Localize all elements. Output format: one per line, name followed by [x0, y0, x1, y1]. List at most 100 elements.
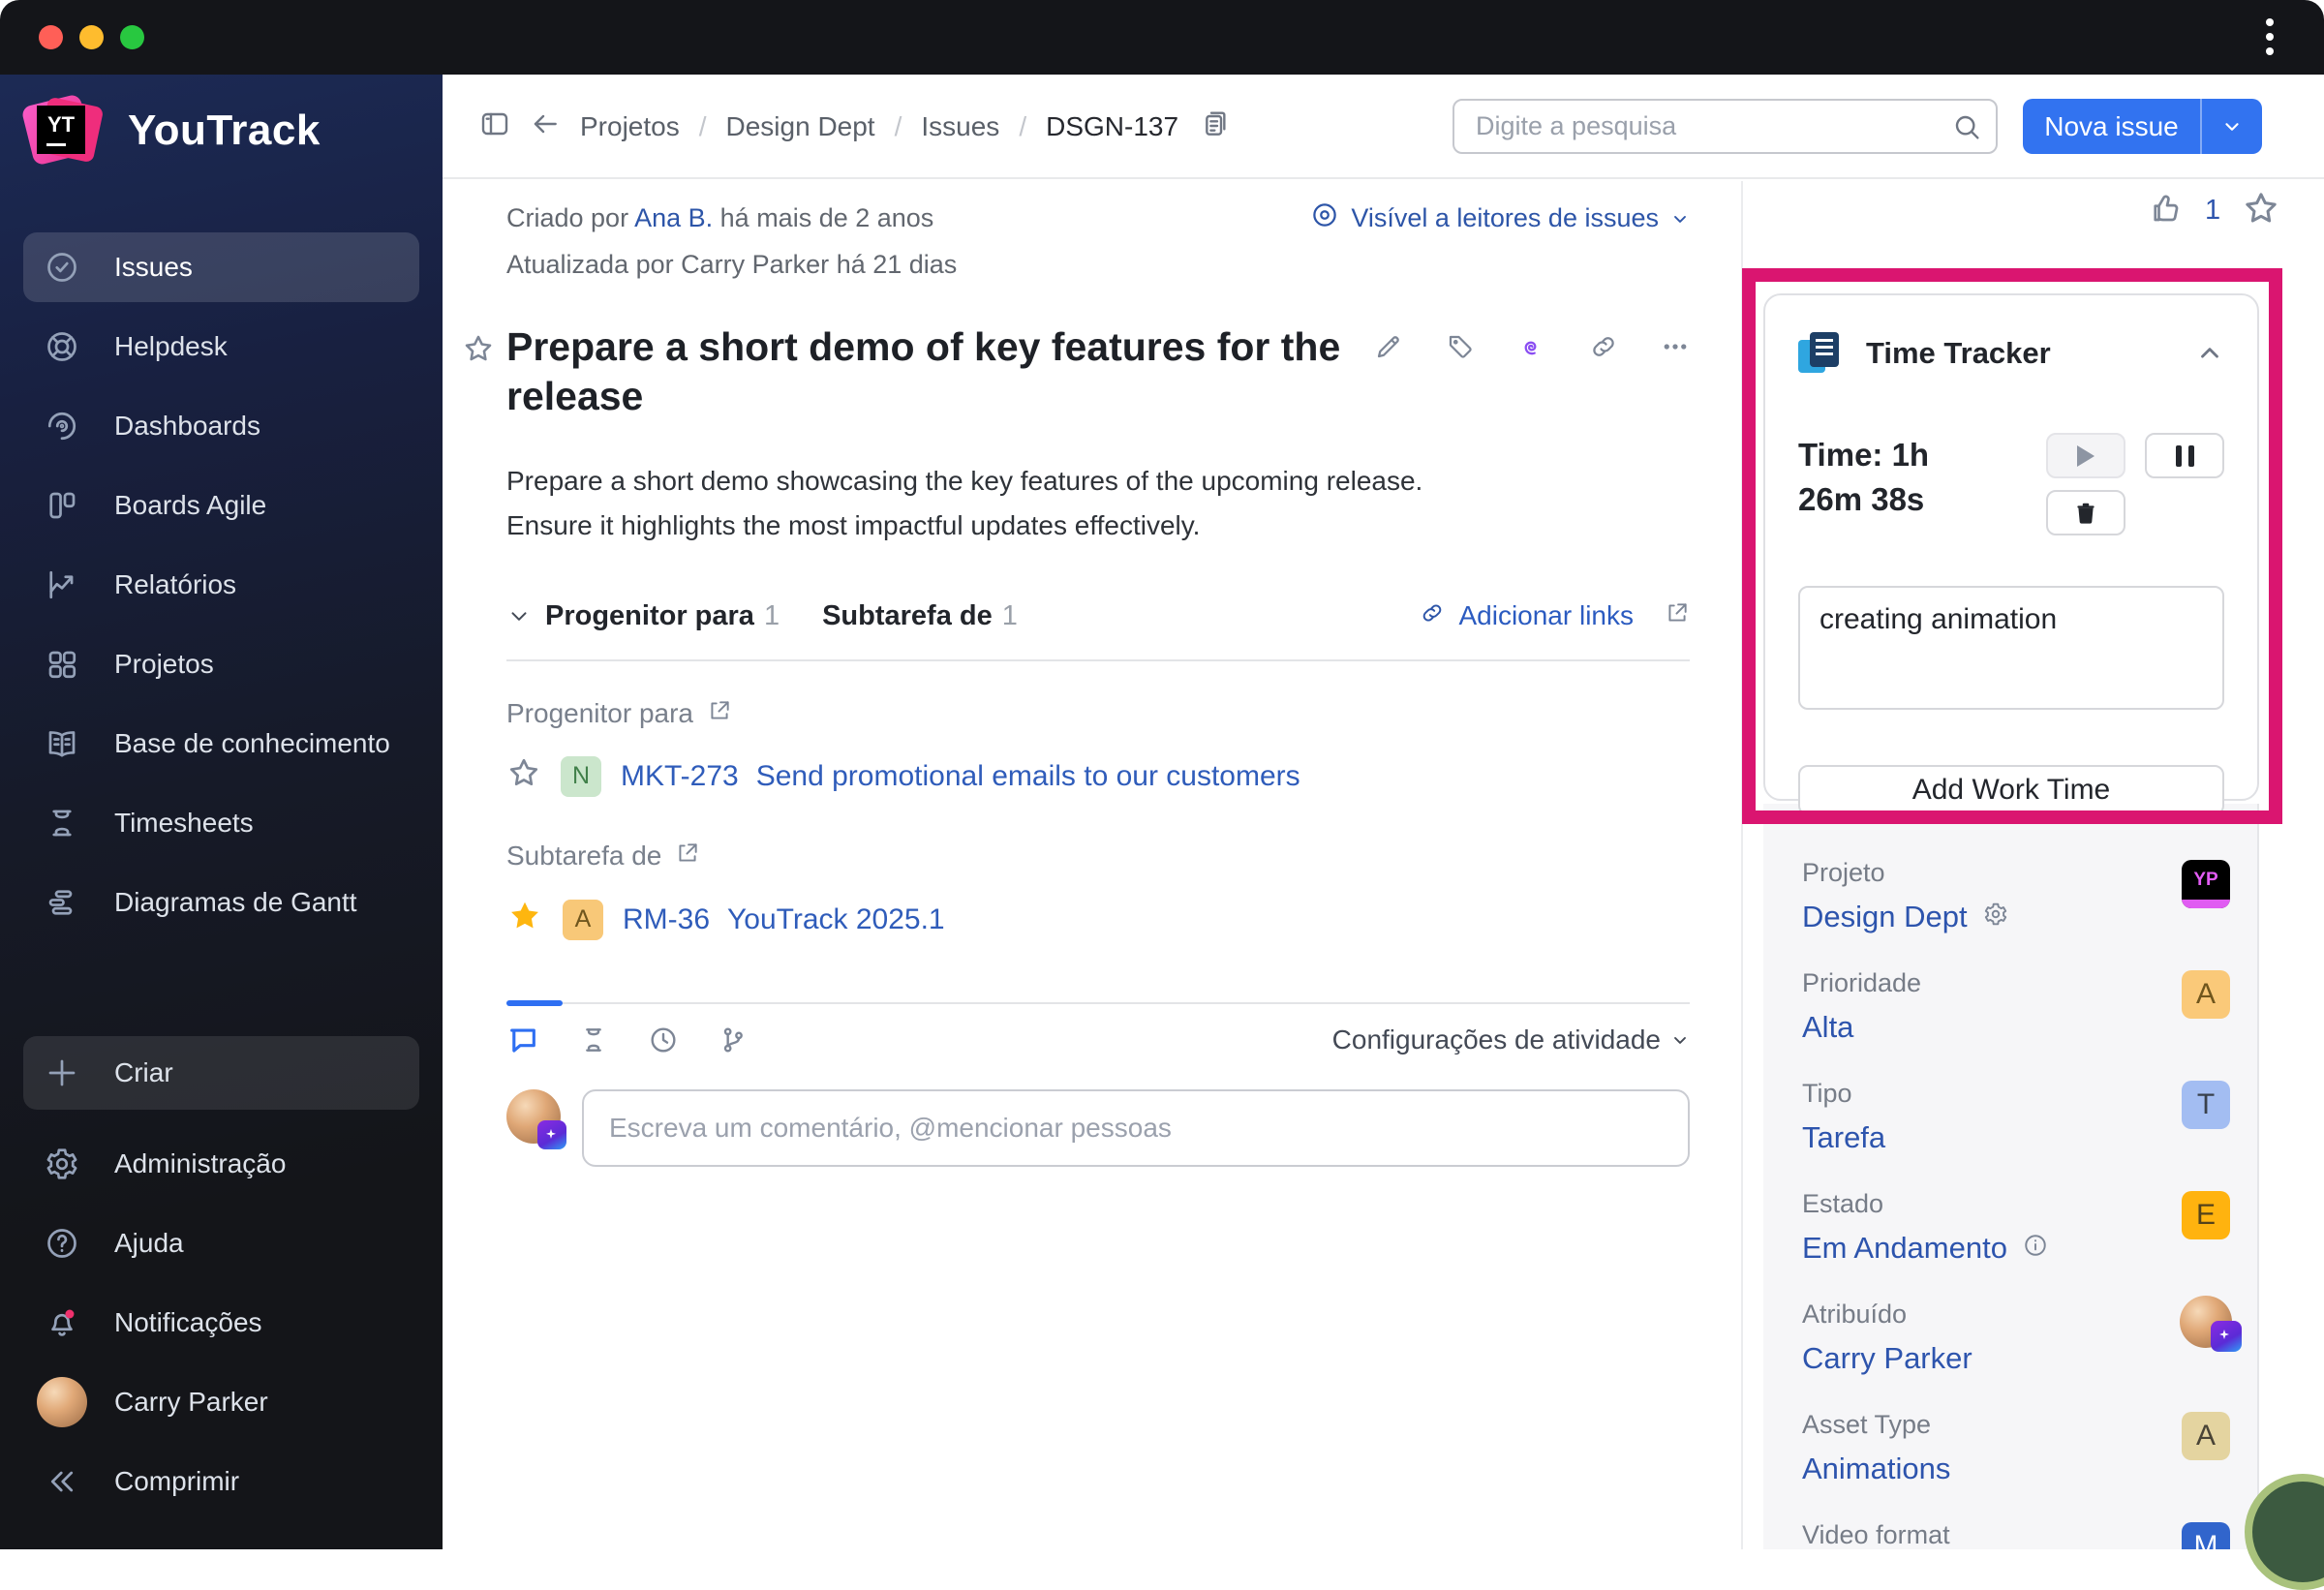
link-group-label: Progenitor para — [506, 698, 1690, 730]
info-icon[interactable] — [2023, 1231, 2048, 1266]
breadcrumb-issue-id[interactable]: DSGN-137 — [1046, 111, 1178, 142]
tab-parent-for-count: 1 — [764, 600, 780, 632]
collapse-links-icon[interactable] — [506, 603, 532, 628]
delete-timer-button[interactable] — [2046, 490, 2125, 535]
comment-input[interactable] — [582, 1089, 1690, 1167]
add-work-time-button[interactable]: Add Work Time — [1798, 765, 2224, 815]
sidebar-item-reports[interactable]: Relatórios — [23, 550, 419, 620]
breadcrumb-design-dept[interactable]: Design Dept — [726, 111, 875, 142]
breadcrumb-issues[interactable]: Issues — [921, 111, 999, 142]
sidebar-item-boards-agile[interactable]: Boards Agile — [23, 471, 419, 540]
sidebar-item-administration[interactable]: Administração — [23, 1129, 419, 1199]
collapse-sidebar-button[interactable]: Comprimir — [23, 1447, 419, 1516]
field-value-asset-type[interactable]: Animations — [1802, 1452, 1950, 1486]
field-value-state[interactable]: Em Andamento — [1802, 1231, 2007, 1266]
add-links-button[interactable]: Adicionar links — [1420, 600, 1690, 632]
open-in-new-icon[interactable] — [675, 841, 700, 872]
links-divider — [506, 659, 1690, 661]
sidebar-item-dashboards[interactable]: Dashboards — [23, 391, 419, 461]
time-tracker-body: Time: 1h 26m 38s — [1798, 433, 2224, 535]
linked-issue-link[interactable]: MKT-273Send promotional emails to our cu… — [621, 760, 1300, 793]
thumbs-up-icon[interactable] — [2149, 191, 2184, 230]
book-icon — [45, 726, 79, 761]
edit-icon[interactable] — [1374, 332, 1403, 366]
minimize-window-button[interactable] — [79, 25, 104, 49]
ai-assistant-icon[interactable] — [1517, 332, 1546, 366]
sidebar-item-label: Projetos — [114, 649, 214, 680]
visibility-dropdown[interactable]: Visível a leitores de issues — [1310, 200, 1690, 236]
search-icon[interactable] — [1951, 111, 1982, 147]
tab-parent-for[interactable]: Progenitor para — [545, 600, 754, 632]
collapse-widget-icon[interactable] — [2195, 339, 2224, 368]
hourglass-icon — [45, 806, 79, 841]
star-outline-icon[interactable] — [506, 755, 541, 798]
tab-subtask-of[interactable]: Subtarefa de — [822, 600, 993, 632]
app-logo[interactable]: YT YouTrack — [25, 94, 321, 168]
sidebar-item-label: Notificações — [114, 1307, 262, 1338]
sidebar-item-help[interactable]: Ajuda — [23, 1208, 419, 1278]
sidebar-item-label: Base de conhecimento — [114, 728, 390, 759]
star-issue-icon[interactable] — [462, 332, 495, 370]
asset-type-badge: A — [2182, 1412, 2230, 1460]
project-settings-gear-icon[interactable] — [1983, 900, 2008, 934]
sidebar-item-label: Ajuda — [114, 1228, 184, 1259]
create-button[interactable]: Criar — [23, 1036, 419, 1110]
star-filled-icon[interactable] — [506, 898, 543, 942]
close-window-button[interactable] — [39, 25, 63, 49]
toggle-sidebar-icon[interactable] — [479, 108, 510, 146]
field-value-assignee[interactable]: Carry Parker — [1802, 1341, 1972, 1376]
created-by-user-link[interactable]: Ana B. — [634, 203, 713, 232]
sidebar-item-knowledge-base[interactable]: Base de conhecimento — [23, 709, 419, 779]
sidebar-item-profile[interactable]: Carry Parker — [23, 1367, 419, 1437]
help-icon — [45, 1226, 79, 1261]
bell-icon — [45, 1305, 79, 1340]
back-arrow-icon[interactable] — [530, 108, 561, 146]
zoom-window-button[interactable] — [120, 25, 144, 49]
lifebuoy-icon — [45, 329, 79, 364]
breadcrumb-separator: / — [699, 111, 707, 142]
browser-menu-icon[interactable] — [2266, 18, 2274, 55]
play-button[interactable] — [2046, 433, 2125, 478]
gantt-icon — [45, 885, 79, 920]
time-tracker-widget: Time Tracker Time: 1h 26m 38s creating a… — [1763, 293, 2259, 801]
new-issue-dropdown-icon[interactable] — [2202, 116, 2262, 138]
open-in-new-icon[interactable] — [1665, 600, 1690, 632]
issue-title: Prepare a short demo of key features for… — [506, 322, 1374, 422]
tag-icon[interactable] — [1446, 332, 1475, 366]
issue-actions — [1374, 322, 1690, 422]
sidebar-item-notifications[interactable]: Notificações — [23, 1288, 419, 1358]
link-icon[interactable] — [1589, 332, 1618, 366]
new-issue-button[interactable]: Nova issue — [2023, 99, 2262, 154]
sidebar-item-helpdesk[interactable]: Helpdesk — [23, 312, 419, 382]
star-outline-icon[interactable] — [2242, 189, 2280, 232]
tab-vcs-icon[interactable] — [718, 1024, 749, 1055]
linked-issue-link[interactable]: RM-36YouTrack 2025.1 — [623, 903, 945, 936]
pause-button[interactable] — [2145, 433, 2224, 478]
open-in-new-icon[interactable] — [707, 698, 732, 730]
sidebar-item-projects[interactable]: Projetos — [23, 629, 419, 699]
more-options-icon[interactable] — [1661, 332, 1690, 366]
user-name: Carry Parker — [114, 1387, 268, 1418]
link-icon — [1420, 600, 1445, 632]
widget-title: Time Tracker — [1866, 336, 2051, 371]
field-value-priority[interactable]: Alta — [1802, 1010, 1853, 1045]
updated-by-user-link[interactable]: Carry Parker — [681, 250, 829, 279]
field-value-type[interactable]: Tarefa — [1802, 1120, 1885, 1155]
sidebar-item-label: Issues — [114, 252, 193, 283]
search-input[interactable] — [1452, 99, 1998, 154]
sidebar-item-label: Dashboards — [114, 411, 260, 442]
field-value-project[interactable]: Design Dept — [1802, 900, 1968, 934]
sidebar-item-gantt[interactable]: Diagramas de Gantt — [23, 868, 419, 937]
field-row-type: Tipo Tarefa T — [1802, 1079, 2257, 1156]
tab-history-icon[interactable] — [578, 1024, 609, 1055]
copy-id-icon[interactable] — [1198, 108, 1229, 146]
field-row-assignee: Atribuído Carry Parker — [1802, 1300, 2257, 1377]
sidebar-item-timesheets[interactable]: Timesheets — [23, 788, 419, 858]
tab-comments-icon[interactable] — [506, 1024, 539, 1056]
breadcrumb-projects[interactable]: Projetos — [580, 111, 680, 142]
tab-time-icon[interactable] — [648, 1024, 679, 1055]
gear-icon — [45, 1147, 79, 1181]
work-note-textarea[interactable]: creating animation — [1798, 586, 2224, 710]
sidebar-item-issues[interactable]: Issues — [23, 232, 419, 302]
activity-settings-dropdown[interactable]: Configurações de atividade — [1332, 1024, 1690, 1055]
